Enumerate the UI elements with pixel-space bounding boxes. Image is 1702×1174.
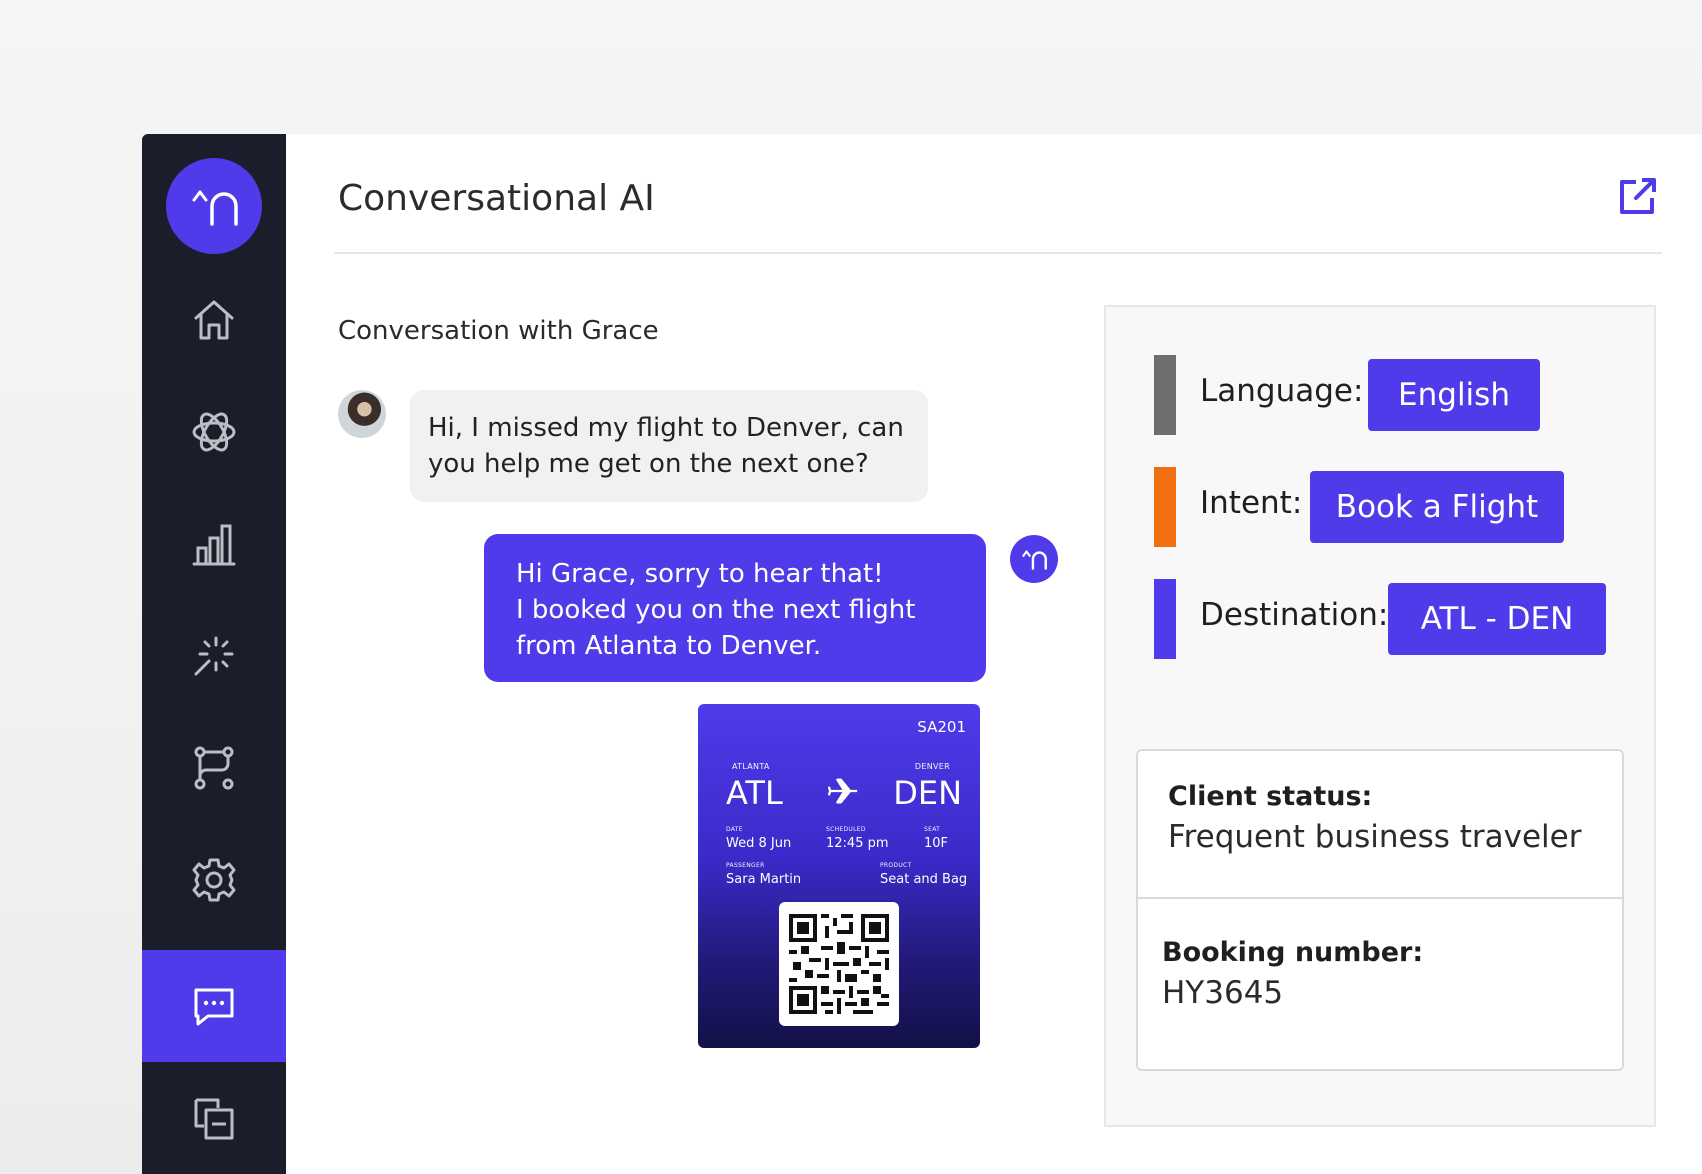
intent-pill[interactable]: Book a Flight [1310,471,1564,543]
destination-city: DENVER [914,762,950,771]
conversation-title: Conversation with Grace [338,316,659,346]
booking-number-value: HY3645 [1162,975,1284,1011]
bot-message-line: Hi Grace, sorry to hear that! [516,559,884,589]
sidebar-item-insights[interactable] [142,600,286,712]
sidebar-item-flows[interactable] [142,712,286,824]
context-panel: Language: English Intent: Book a Flight … [1104,305,1656,1127]
intent-label: Intent: [1200,485,1303,521]
language-pill[interactable]: English [1368,359,1540,431]
booking-number-label: Booking number: [1162,937,1424,968]
sidebar-item-ai[interactable] [142,376,286,488]
chat-icon [194,988,234,1026]
bot-message: Hi Grace, sorry to hear that! I booked y… [484,534,986,682]
atom-icon [192,412,236,452]
logo[interactable] [166,158,262,254]
destination-pill[interactable]: ATL - DEN [1388,583,1606,655]
user-message: Hi, I missed my flight to Denver, can yo… [410,390,928,502]
passenger-label: PASSENGER [726,862,765,869]
copy-icon [194,1098,234,1140]
sidebar-item-analytics[interactable] [142,488,286,600]
workflow-icon [194,746,234,790]
sparkle-icon [194,636,234,676]
logo-icon [192,190,238,226]
date-label: DATE [726,826,743,833]
language-indicator [1154,355,1176,435]
qr-code-icon [789,914,889,1014]
destination-code: DEN [893,774,962,812]
scheduled-value: 12:45 pm [826,836,889,851]
divider [1138,897,1622,899]
bar-chart-icon [192,524,236,566]
origin-code: ATL [726,774,783,812]
seat-label: SEAT [924,826,941,833]
header: Conversational AI [334,134,1662,254]
bot-message-line: from Atlanta to Denver. [516,631,822,661]
origin-city: ATLANTA [732,762,770,771]
intent-indicator [1154,467,1176,547]
qr-code [779,902,899,1026]
user-message-line: Hi, I missed my flight to Denver, can [428,413,904,443]
sidebar-item-conversations[interactable] [142,950,286,1062]
product-value: Seat and Bag [880,872,968,887]
client-info-card: Client status: Frequent business travele… [1136,749,1624,1071]
client-status-value: Frequent business traveler [1168,819,1582,855]
scheduled-label: SCHEDULED [826,826,866,833]
sidebar [142,134,286,1174]
boarding-pass[interactable]: SA201 ATLANTA DENVER ATL DEN DATE Wed 8 … [698,704,980,1048]
client-status-label: Client status: [1168,781,1373,812]
sidebar-item-settings[interactable] [142,824,286,936]
user-message-line: you help me get on the next one? [428,449,869,479]
open-external-icon[interactable] [1616,176,1658,218]
sidebar-item-documents[interactable] [142,1062,286,1174]
language-label: Language: [1200,373,1364,409]
date-value: Wed 8 Jun [726,836,792,851]
product-label: PRODUCT [880,862,912,869]
passenger-value: Sara Martin [726,872,802,887]
home-icon [194,300,234,340]
gear-icon [192,858,236,902]
sidebar-item-home[interactable] [142,264,286,376]
bot-avatar [1010,535,1058,583]
destination-indicator [1154,579,1176,659]
destination-label: Destination: [1200,597,1389,633]
page-title: Conversational AI [338,178,655,219]
user-avatar [338,390,386,438]
seat-value: 10F [924,836,949,851]
flight-number: SA201 [917,718,966,736]
airplane-icon [827,778,858,804]
logo-icon [1022,550,1047,570]
bot-message-line: I booked you on the next flight [516,595,916,625]
